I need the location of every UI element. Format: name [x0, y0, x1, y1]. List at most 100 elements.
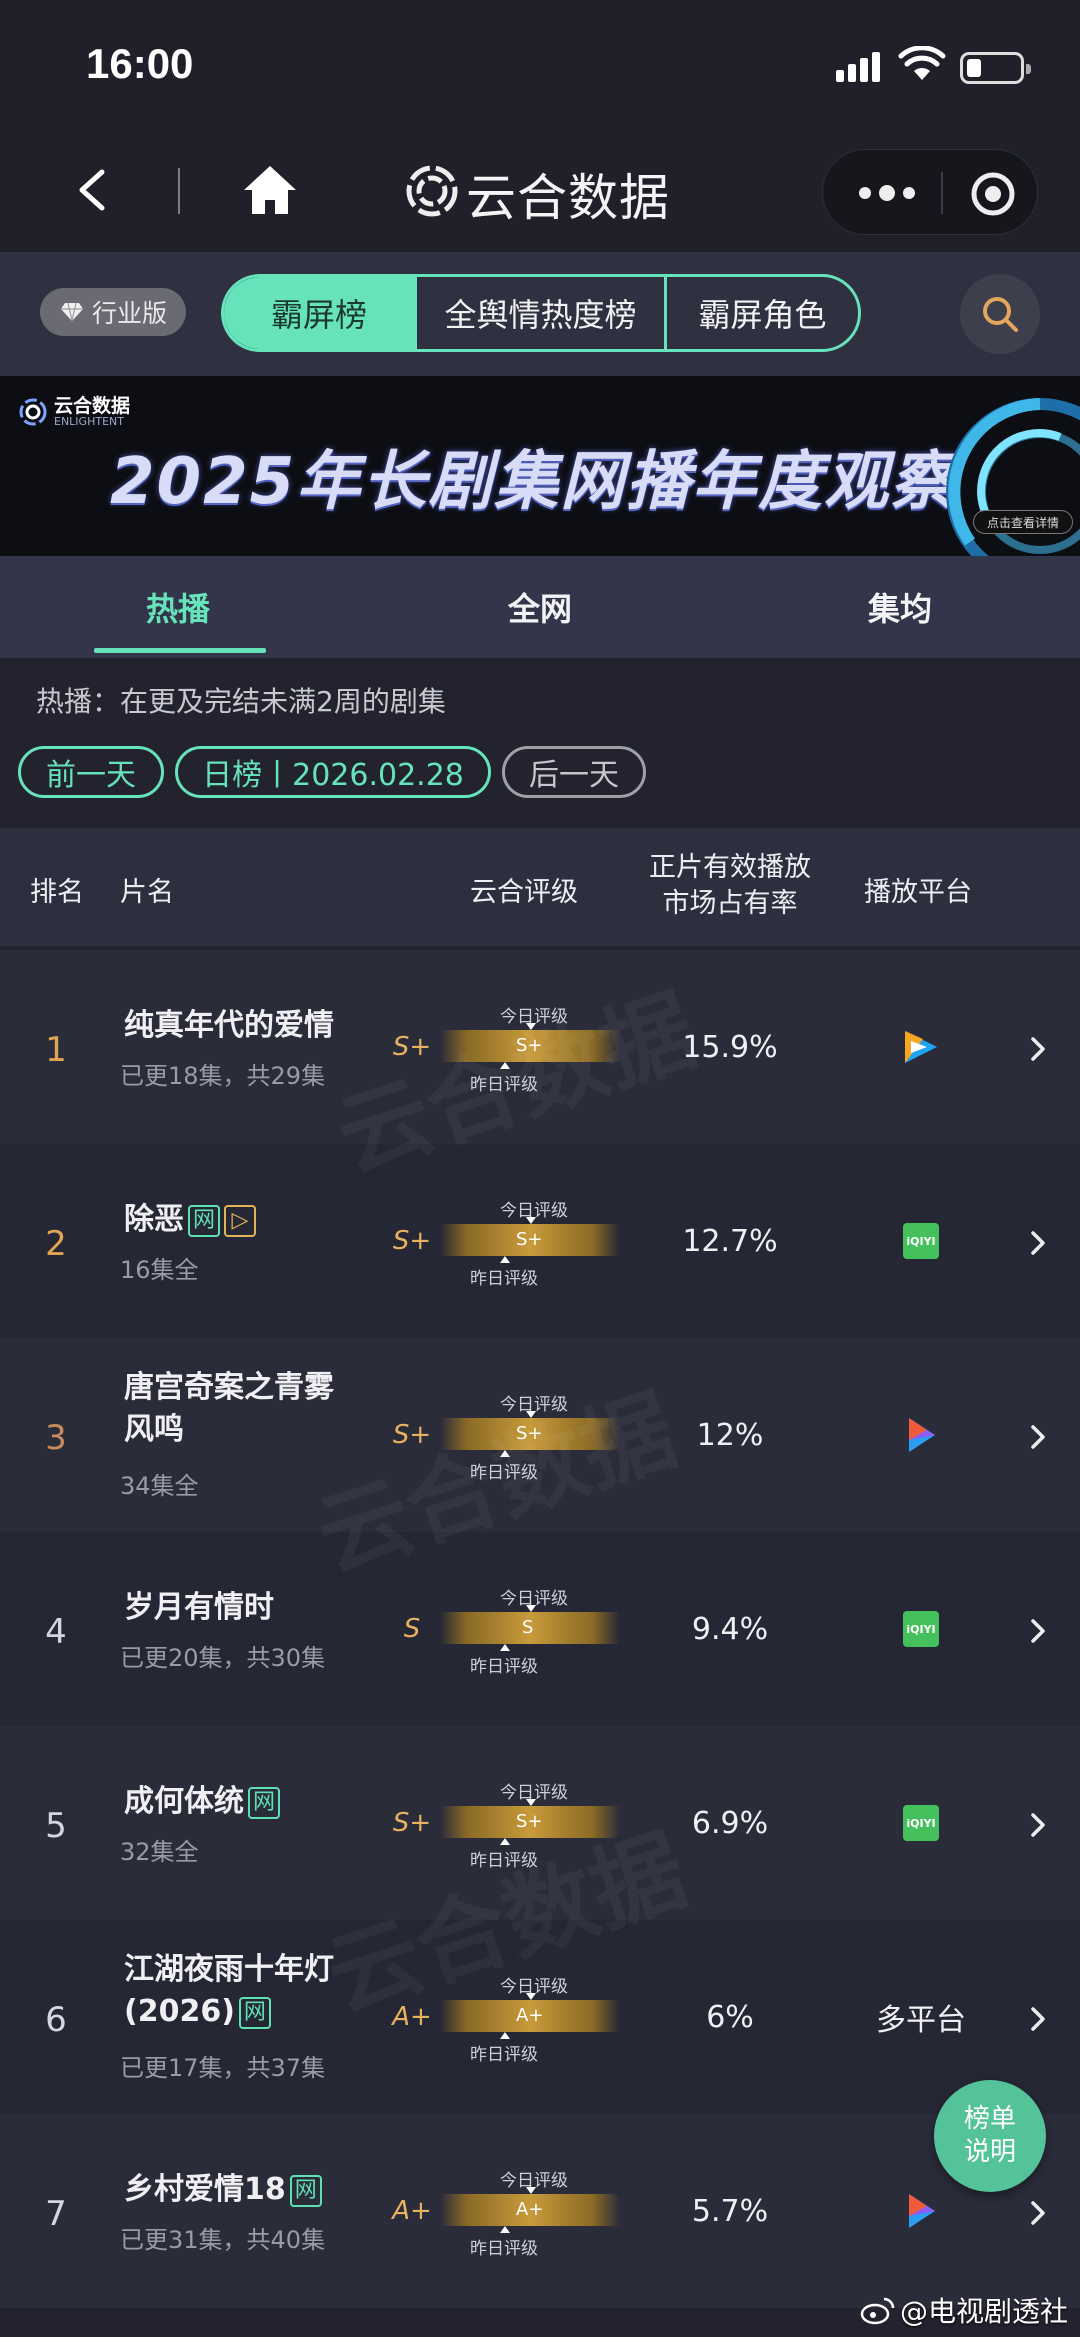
table-row[interactable]: 2 除恶网 ▷ 16集全 S+ 今日评级 S+ 昨日评级 12.7% iQIYI — [0, 1144, 1080, 1338]
grade-gauge: 今日评级 A+ 昨日评级 — [440, 1972, 620, 2065]
table-row[interactable]: 3 唐宫奇案之青雾 风鸣 34集全 S+ 今日评级 S+ 昨日评级 12% — [0, 1338, 1080, 1532]
yesterday-grade-marker — [500, 1644, 510, 1651]
web-drama-tag: 网 — [289, 2175, 322, 2207]
rank-number: 6 — [45, 2000, 67, 2040]
banner-logo-icon — [19, 398, 47, 426]
wifi-icon — [898, 46, 946, 80]
chevron-right-icon[interactable] — [1028, 1422, 1048, 1452]
platform-cell[interactable]: iQIYI — [880, 1216, 962, 1266]
tab-hot[interactable]: 热播 — [146, 584, 210, 630]
diamond-icon — [61, 302, 83, 322]
today-grade-marker — [526, 1799, 536, 1806]
platform-cell[interactable]: iQIYI — [880, 1604, 962, 1654]
grade-bar-text: S+ — [516, 1035, 543, 1056]
grade-gauge: 今日评级 S 昨日评级 — [440, 1584, 620, 1677]
yesterday-grade-label: 昨日评级 — [470, 1269, 538, 1289]
table-row[interactable]: 4 岁月有情时 已更20集，共30集 S 今日评级 S 昨日评级 9.4% iQIYI — [0, 1532, 1080, 1726]
chevron-right-icon[interactable] — [1028, 2198, 1048, 2228]
rank-number: 7 — [45, 2194, 67, 2234]
yunhe-logo-icon — [406, 165, 458, 217]
grade-bar-text: S+ — [516, 1229, 543, 1250]
home-icon[interactable] — [242, 164, 298, 216]
tab-dominance-chart[interactable]: 霸屏榜 — [224, 277, 414, 349]
today-grade-marker — [526, 1605, 536, 1612]
more-icon[interactable] — [857, 184, 917, 202]
chevron-right-icon[interactable] — [1028, 1034, 1048, 1064]
mini-program-capsule — [822, 149, 1038, 235]
today-grade-marker — [526, 1217, 536, 1224]
platform-cell[interactable]: iQIYI — [880, 1798, 962, 1848]
youku-icon — [909, 2194, 935, 2228]
drama-title: 纯真年代的爱情 — [124, 1008, 334, 1043]
market-share: 15.9% — [682, 1030, 778, 1065]
yesterday-grade-label: 昨日评级 — [470, 1657, 538, 1677]
chevron-right-icon[interactable] — [1028, 1228, 1048, 1258]
drama-title: 除恶网 ▷ — [124, 1200, 256, 1240]
tab-all-network[interactable]: 全网 — [508, 584, 572, 630]
episode-status: 34集全 — [120, 1472, 199, 1500]
back-icon[interactable] — [72, 168, 112, 212]
iqiyi-icon: iQIYI — [903, 1611, 939, 1647]
today-grade-marker — [526, 2187, 536, 2194]
youku-icon — [909, 1418, 935, 1452]
web-drama-tag: 网 — [188, 1205, 220, 1237]
yesterday-grade-label: 昨日评级 — [470, 2045, 538, 2065]
yunhe-grade: S+ — [392, 1808, 432, 1838]
grade-bar-text: A+ — [516, 2199, 544, 2220]
prev-day-button[interactable]: 前一天 — [18, 746, 164, 798]
tab-dominant-roles[interactable]: 霸屏角色 — [664, 277, 858, 349]
date-selector[interactable]: 日榜丨2026.02.28 — [175, 746, 491, 798]
col-title: 片名 — [120, 877, 174, 908]
chevron-right-icon[interactable] — [1028, 1616, 1048, 1646]
drama-title: 乡村爱情18 网 — [124, 2170, 322, 2210]
tencent-video-icon — [905, 1031, 937, 1063]
iqiyi-icon: iQIYI — [903, 1805, 939, 1841]
platform-cell[interactable] — [880, 1410, 962, 1460]
market-share: 12.7% — [682, 1224, 778, 1259]
tab-public-opinion-chart[interactable]: 全舆情热度榜 — [414, 277, 664, 349]
annual-report-banner[interactable]: 云合数据 ENLIGHTENT 2025年长剧集网播年度观察 点击查看详情 — [0, 376, 1080, 556]
next-day-button[interactable]: 后一天 — [502, 746, 646, 798]
market-share: 9.4% — [691, 1612, 769, 1647]
app-title: 云合数据 — [466, 169, 670, 227]
web-drama-tag: 网 — [238, 1997, 271, 2029]
table-row[interactable]: 5 成何体统网 32集全 S+ 今日评级 S+ 昨日评级 6.9% iQIYI — [0, 1726, 1080, 1920]
status-bar: 16:00 — [0, 0, 1080, 130]
market-share: 6% — [706, 2000, 754, 2035]
today-grade-marker — [526, 1993, 536, 2000]
search-button[interactable] — [960, 274, 1040, 354]
grade-gauge: 今日评级 S+ 昨日评级 — [440, 1778, 620, 1871]
search-icon — [983, 297, 1018, 332]
close-mini-program-icon[interactable] — [969, 170, 1017, 218]
col-share: 正片有效播放 市场占有率 — [649, 852, 811, 919]
yesterday-grade-label: 昨日评级 — [470, 2239, 538, 2259]
chart-description: 热播：在更及完结未满2周的剧集 — [36, 685, 446, 718]
table-row[interactable]: 6 江湖夜雨十年灯 (2026) 网已更17集，共37集 A+ 今日评级 A+ 昨日评级 6% 多… — [0, 1920, 1080, 2114]
exclusive-play-tag: ▷ — [224, 1205, 256, 1237]
drama-title: 风鸣 — [124, 1412, 184, 1447]
industry-edition-badge[interactable]: 行业版 — [40, 288, 186, 336]
tab-per-episode[interactable]: 集均 — [868, 584, 932, 630]
banner-view-details[interactable]: 点击查看详情 — [973, 510, 1073, 534]
ranking-type-tabs: 霸屏榜 全舆情热度榜 霸屏角色 — [221, 274, 861, 352]
yunhe-grade: S — [403, 1614, 421, 1644]
table-row[interactable]: 1 纯真年代的爱情 已更18集，共29集 S+ 今日评级 S+ 昨日评级 15.9% — [0, 950, 1080, 1144]
drama-title: (2026) 网 — [124, 1992, 271, 2032]
platform-cell[interactable] — [880, 1022, 962, 1072]
table-row[interactable]: 7 乡村爱情18 网已更31集，共40集 A+ 今日评级 A+ 昨日评级 5.7% — [0, 2114, 1080, 2308]
nav-divider — [178, 168, 180, 214]
today-grade-marker — [526, 1023, 536, 1030]
platform-cell[interactable]: 多平台 — [876, 1992, 966, 2042]
multi-platform-label: 多平台 — [876, 2003, 966, 2038]
chart-explanation-button[interactable]: 榜单 说明 — [934, 2080, 1046, 2192]
episode-status: 已更31集，共40集 — [120, 2226, 326, 2254]
yunhe-grade: S+ — [392, 1226, 432, 1256]
yunhe-grade: A+ — [392, 2002, 432, 2032]
chevron-right-icon[interactable] — [1028, 2004, 1048, 2034]
source-watermark: @电视剧透社 — [860, 2290, 1068, 2330]
chevron-right-icon[interactable] — [1028, 1810, 1048, 1840]
platform-cell[interactable] — [880, 2186, 962, 2236]
weibo-icon — [860, 2297, 895, 2325]
col-grade: 云合评级 — [470, 877, 578, 908]
episode-status: 已更20集，共30集 — [120, 1644, 326, 1672]
